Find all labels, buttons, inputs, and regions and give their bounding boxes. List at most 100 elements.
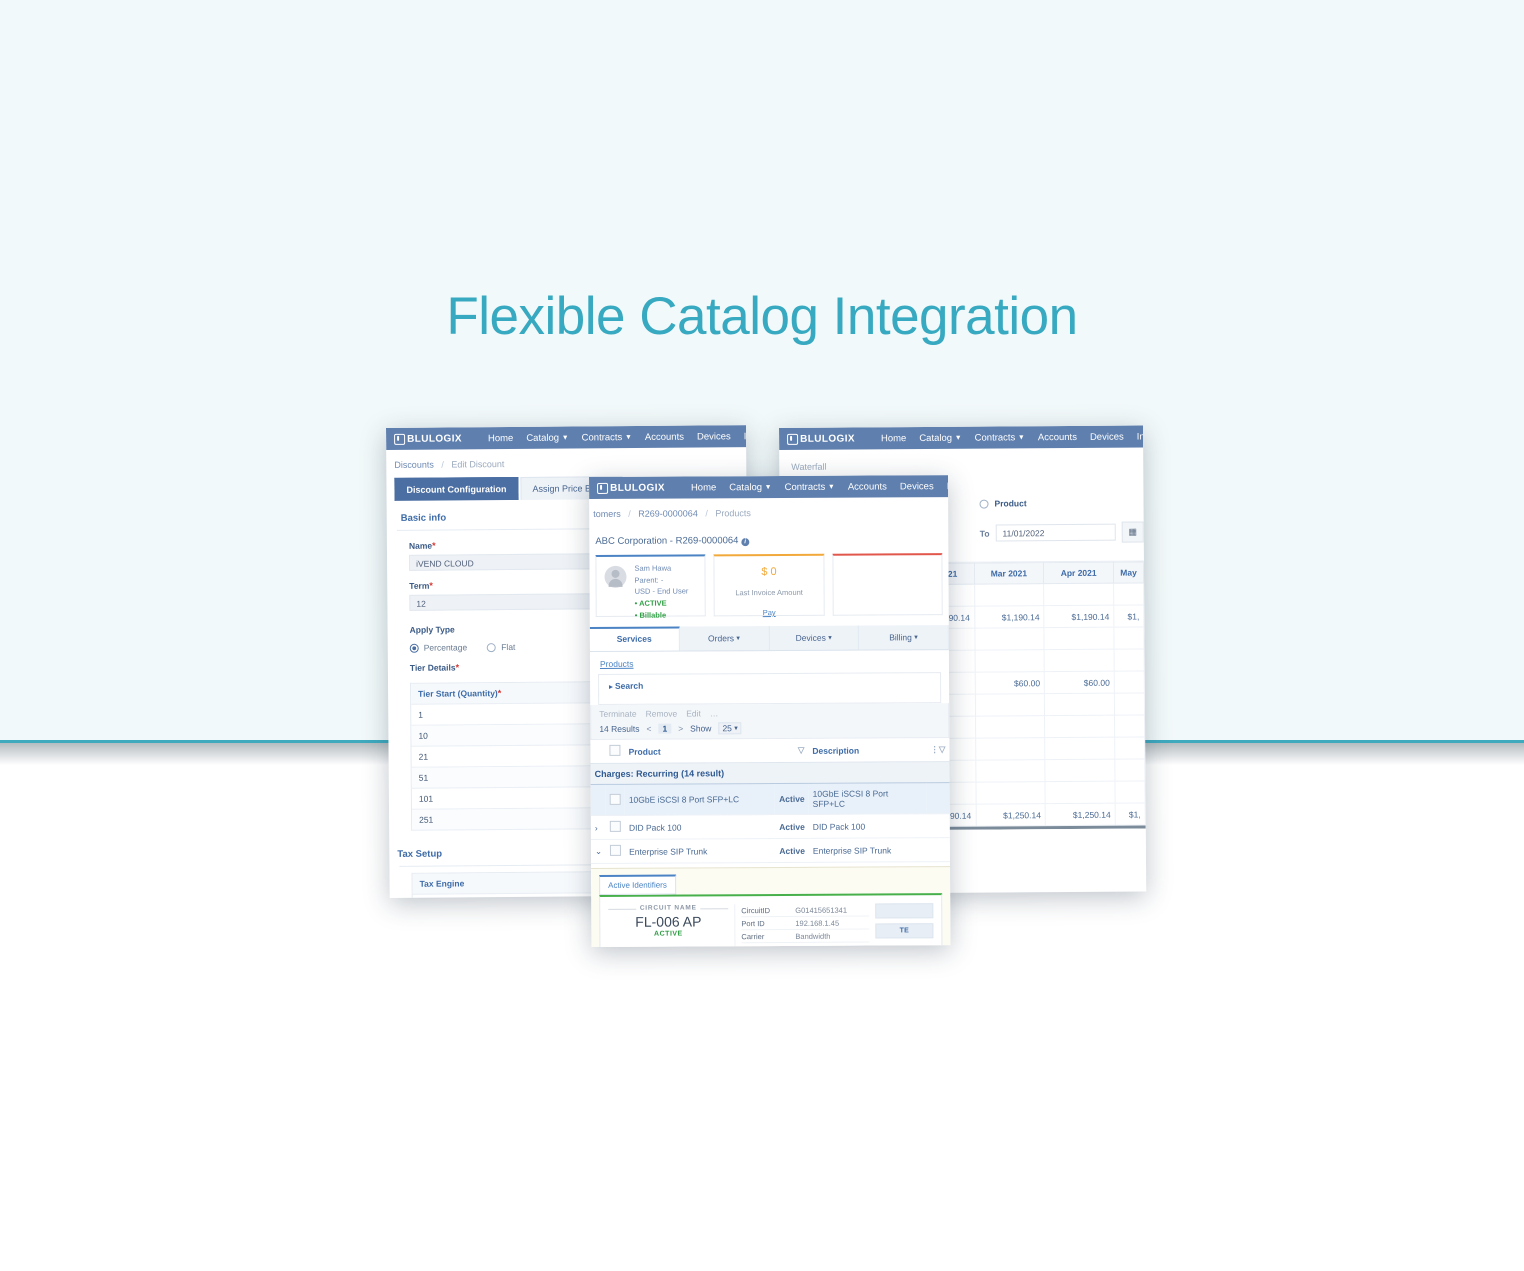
calendar-icon[interactable]: ▦ — [1121, 521, 1144, 543]
breadcrumb-account-id[interactable]: R269-0000064 — [638, 508, 698, 518]
nav-item-devices[interactable]: Devices — [697, 431, 731, 442]
remove-button[interactable]: Remove — [646, 709, 678, 719]
nav-links-center[interactable]: Home Catalog ▼ Contracts ▼ Accounts Devi… — [691, 480, 951, 493]
waterfall-cell — [974, 649, 1045, 673]
row-expander-icon[interactable] — [590, 784, 606, 816]
result-count: 14 Results — [599, 723, 640, 734]
blulogix-mark-icon — [597, 482, 609, 494]
tab-billing[interactable]: Billing ▾ — [859, 625, 949, 650]
nav-links-left[interactable]: Home Catalog ▼ Contracts ▼ Accounts Devi… — [488, 430, 750, 443]
cell-spacer — [926, 782, 950, 814]
waterfall-cell — [974, 583, 1044, 607]
card-third — [832, 553, 943, 616]
nav-item-accounts[interactable]: Accounts — [848, 481, 887, 492]
column-header-expander — [590, 739, 606, 764]
info-icon[interactable]: i — [741, 538, 750, 547]
waterfall-cell: $1,190.14 — [1043, 605, 1114, 628]
nav-links-right[interactable]: Home Catalog ▼ Contracts ▼ Accounts Devi… — [881, 431, 1146, 444]
account-title-text: ABC Corporation - R269-0000064 — [595, 535, 739, 547]
waterfall-cell — [1114, 780, 1146, 804]
input-date-to[interactable]: 11/01/2022 — [995, 523, 1116, 542]
table-row[interactable]: ⌄ Enterprise SIP Trunk Active Enterprise SI… — [590, 837, 951, 864]
card-last-invoice: $ 0 Last Invoice Amount Pay — [713, 553, 825, 617]
tab-orders[interactable]: Orders ▾ — [679, 626, 770, 651]
circuit-detail-value: Bandwidth — [795, 931, 831, 941]
radio-product[interactable]: Product — [979, 497, 1143, 508]
nav-item-contracts[interactable]: Contracts ▼ — [785, 481, 835, 492]
pay-link[interactable]: Pay — [763, 608, 776, 617]
more-actions-icon[interactable]: … — [710, 708, 719, 718]
waterfall-cell — [1044, 737, 1115, 760]
column-header-description[interactable]: Description — [808, 738, 927, 763]
table-row[interactable]: › DID Pack 100 Active DID Pack 100 — [590, 813, 950, 840]
terminate-button[interactable]: Terminate — [599, 709, 636, 719]
summary-cards: Sam Hawa Parent: - USD - End User • ACTI… — [589, 553, 948, 619]
select-all-checkbox-cell[interactable] — [605, 739, 625, 764]
nav-item-contracts[interactable]: Contracts ▼ — [582, 432, 632, 443]
radio-flat[interactable]: Flat — [487, 642, 515, 652]
waterfall-cell — [1114, 648, 1145, 672]
nav-item-home[interactable]: Home — [881, 433, 906, 444]
checkbox-icon[interactable] — [610, 844, 622, 856]
page-size-select[interactable]: 25 ▾ — [718, 722, 742, 735]
breadcrumb-separator: / — [705, 508, 708, 519]
checkbox-icon[interactable] — [609, 793, 621, 805]
breadcrumb-root[interactable]: Discounts — [394, 460, 434, 470]
breadcrumb-customers[interactable]: tomers — [593, 509, 621, 519]
toolbar-actions: Terminate Remove Edit … — [599, 707, 940, 719]
breadcrumb: Discounts / Edit Discount — [386, 447, 746, 478]
nav-item-accounts[interactable]: Accounts — [1038, 431, 1077, 442]
brand-logo: BLULOGIX — [779, 433, 855, 445]
status-badge-billable: • Billable — [634, 610, 667, 620]
radio-percentage[interactable]: Percentage — [409, 642, 467, 653]
tab-active-identifiers[interactable]: Active Identifiers — [599, 874, 676, 895]
column-header-product[interactable]: Product — [624, 739, 775, 764]
nav-item-home[interactable]: Home — [691, 482, 716, 493]
tab-discount-configuration[interactable]: Discount Configuration — [394, 476, 519, 501]
nav-item-catalog[interactable]: Catalog ▼ — [919, 432, 961, 443]
chevron-down-icon: ▾ — [734, 725, 738, 733]
tab-devices[interactable]: Devices ▾ — [769, 625, 860, 651]
row-expander-icon[interactable]: › — [590, 815, 607, 840]
row-checkbox-cell[interactable] — [606, 839, 626, 864]
nav-item-devices[interactable]: Devices — [1090, 431, 1124, 442]
circuit-detail-key: Carrier — [741, 931, 765, 941]
waterfall-cell — [1044, 649, 1115, 672]
waterfall-cell — [975, 715, 1045, 739]
search-panel[interactable]: ▸ Search — [598, 672, 942, 705]
column-header-may-2021[interactable]: May — [1113, 561, 1144, 584]
current-page[interactable]: 1 — [658, 723, 672, 734]
checkbox-icon[interactable] — [609, 744, 621, 756]
row-checkbox-cell[interactable] — [605, 815, 626, 840]
nav-item-devices[interactable]: Devices — [900, 481, 934, 492]
nav-item-catalog[interactable]: Catalog ▼ — [526, 432, 568, 443]
brand-logo: BLULOGIX — [386, 433, 462, 445]
row-checkbox-cell[interactable] — [605, 784, 625, 816]
prev-page-button[interactable]: < — [646, 724, 651, 734]
circuit-detail-row: Carrier Bandwidth — [741, 929, 870, 944]
brand-name: BLULOGIX — [800, 432, 855, 445]
sublink-products[interactable]: Products — [590, 650, 949, 669]
waterfall-cell — [1044, 627, 1115, 650]
row-expander-icon[interactable]: ⌄ — [590, 839, 607, 864]
contact-currency: USD - End User — [634, 586, 689, 597]
nav-item-catalog[interactable]: Catalog ▼ — [729, 482, 771, 493]
terminate-identifier-button[interactable]: TE — [875, 923, 934, 939]
column-options-icon[interactable]: ⋮▽ — [926, 738, 950, 762]
breadcrumb-waterfall: Waterfall — [791, 461, 827, 472]
waterfall-cell — [1044, 693, 1115, 716]
table-row[interactable]: 10GbE iSCSI 8 Port SFP+LC Active 10GbE iSC… — [590, 782, 950, 816]
nav-item-contracts[interactable]: Contracts ▼ — [975, 432, 1025, 443]
next-page-button[interactable]: > — [678, 724, 683, 734]
nav-item-accounts[interactable]: Accounts — [645, 431, 684, 442]
column-header-mar-2021[interactable]: Mar 2021 — [973, 562, 1044, 585]
window-account-products: BLULOGIX Home Catalog ▼ Contracts ▼ Acco… — [589, 475, 951, 947]
column-header-apr-2021[interactable]: Apr 2021 — [1043, 562, 1114, 584]
edit-button[interactable]: Edit — [686, 708, 701, 718]
radio-unselected-icon — [487, 642, 497, 652]
filter-icon[interactable]: ▽ — [774, 738, 809, 763]
nav-item-home[interactable]: Home — [488, 433, 513, 444]
checkbox-icon[interactable] — [609, 820, 621, 832]
identifier-action-button-1[interactable] — [875, 903, 934, 919]
tab-services[interactable]: Services — [589, 626, 680, 651]
